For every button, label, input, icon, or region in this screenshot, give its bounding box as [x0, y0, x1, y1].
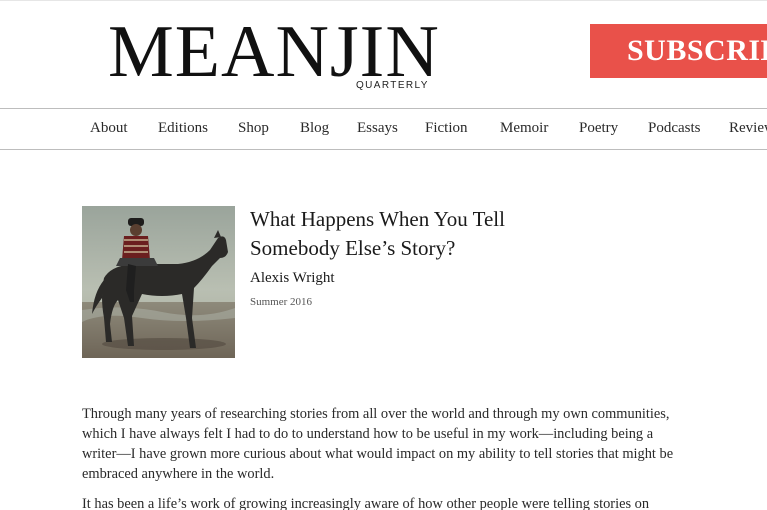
nav-item-fiction[interactable]: Fiction — [425, 109, 468, 147]
article-author[interactable]: Alexis Wright — [250, 268, 335, 288]
subscribe-button[interactable]: SUBSCRIBE — [590, 24, 767, 78]
nav-item-poetry[interactable]: Poetry — [579, 109, 618, 147]
subscribe-label: SUBSCRIBE — [627, 34, 767, 67]
nav-item-about[interactable]: About — [90, 109, 128, 147]
nav-item-reviews[interactable]: Reviews — [729, 109, 767, 147]
nav-item-memoir[interactable]: Memoir — [500, 109, 548, 147]
nav-item-blog[interactable]: Blog — [300, 109, 329, 147]
article-illustration — [82, 206, 235, 358]
logo-subtitle: QUARTERLY — [356, 80, 429, 91]
article-paragraph: Through many years of researching storie… — [82, 406, 674, 482]
article-paragraph: It has been a life’s work of growing inc… — [82, 496, 650, 510]
meanjin-logo[interactable]: MEANJIN QUARTERLY — [108, 11, 439, 101]
article-title[interactable]: What Happens When You Tell Somebody Else… — [250, 205, 580, 263]
nav-item-shop[interactable]: Shop — [238, 109, 269, 147]
nav-item-podcasts[interactable]: Podcasts — [648, 109, 701, 147]
nav-item-editions[interactable]: Editions — [158, 109, 208, 147]
horse-and-rider-image[interactable] — [82, 206, 235, 358]
main-nav: About Editions Shop Blog Essays Fiction … — [0, 108, 767, 150]
article-issue: Summer 2016 — [250, 296, 313, 308]
nav-item-essays[interactable]: Essays — [357, 109, 398, 147]
site-header: MEANJIN QUARTERLY SUBSCRIBE — [0, 0, 767, 109]
